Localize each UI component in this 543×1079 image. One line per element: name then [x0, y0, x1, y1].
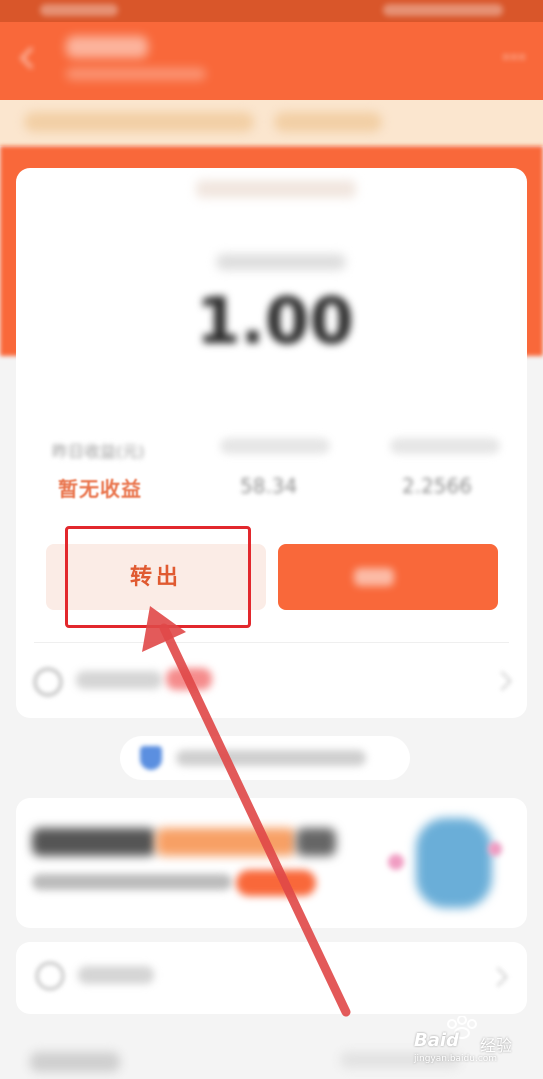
yesterday-earnings-value: 暂无收益: [58, 477, 142, 501]
stat-value-3: 2.2566: [402, 474, 472, 498]
promo-subtitle: [32, 874, 232, 890]
promo-title-highlight: [156, 828, 296, 856]
transfer-in-button[interactable]: [278, 544, 498, 610]
status-bar: [0, 0, 543, 22]
status-right-blur: [383, 4, 503, 16]
shield-icon: [140, 746, 162, 770]
promo-title-part-3: [296, 828, 336, 856]
balance-amount: 1.00: [196, 285, 354, 359]
yesterday-earnings-label: 昨日收益(元): [52, 442, 145, 461]
bottom-row-label: [78, 966, 154, 984]
watermark: Baid 经验 jingyan.baidu.com: [414, 1016, 524, 1064]
notice-bar[interactable]: [0, 100, 543, 146]
more-icon[interactable]: [501, 44, 527, 70]
back-arrow-icon[interactable]: [14, 44, 42, 72]
chevron-right-icon[interactable]: [488, 967, 508, 987]
promo-banner[interactable]: [16, 798, 527, 928]
notice-text: [24, 112, 254, 132]
menu-row-badge: [166, 668, 212, 690]
balance-card: 1.00 昨日收益(元) 暂无收益 58.34 2.2566 转出: [16, 168, 527, 718]
promo-action-tag[interactable]: [236, 870, 316, 896]
stat-label-2: [220, 438, 330, 454]
bottom-menu-card[interactable]: [16, 942, 527, 1014]
notice-link[interactable]: [274, 112, 382, 132]
menu-row-label[interactable]: [76, 671, 162, 689]
highlight-box: [65, 526, 251, 628]
bottom-row-icon: [36, 962, 64, 990]
watermark-url: jingyan.baidu.com: [414, 1054, 498, 1064]
stat-label-3: [390, 438, 500, 454]
chevron-right-icon[interactable]: [492, 671, 512, 691]
watermark-text: 经验: [480, 1036, 513, 1055]
promo-title-part-1: [32, 828, 156, 856]
page-subtitle: [66, 68, 206, 80]
stat-value-2: 58.34: [240, 474, 298, 498]
security-notice[interactable]: [120, 736, 410, 780]
menu-row-icon: [34, 668, 62, 696]
promo-decoration-dot: [488, 842, 502, 856]
watermark-logo: Baid: [414, 1030, 459, 1051]
promo-mascot-image: [416, 818, 492, 908]
status-left-blur: [40, 4, 118, 16]
card-top-tab[interactable]: [196, 180, 356, 198]
promo-decoration-dot: [388, 854, 404, 870]
amount-label: [216, 254, 346, 270]
app-header: [0, 22, 543, 100]
security-notice-text: [176, 750, 366, 766]
transfer-in-label: [354, 568, 394, 586]
page-title: [66, 36, 148, 58]
footer-label-left: [30, 1052, 120, 1072]
card-divider: [34, 642, 509, 643]
